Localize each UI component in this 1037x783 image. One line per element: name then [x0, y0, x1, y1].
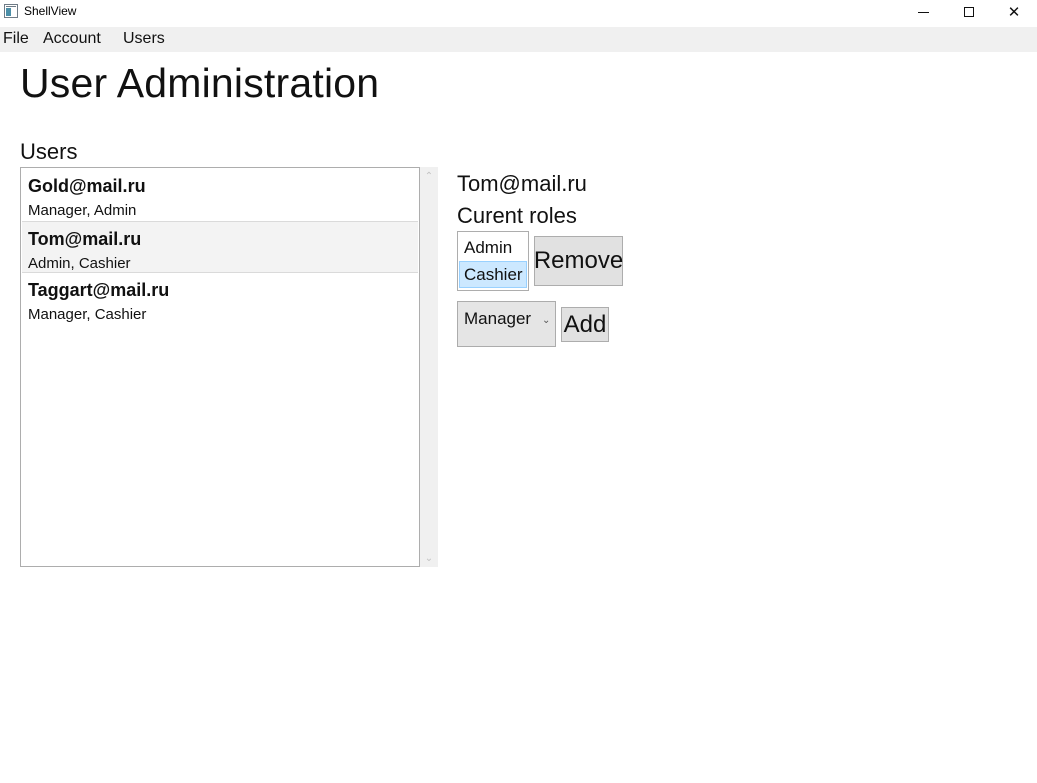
menu-file[interactable]: File	[3, 30, 29, 48]
user-row[interactable]: Taggart@mail.ru Manager, Cashier	[22, 273, 418, 325]
minimize-button[interactable]	[900, 0, 946, 24]
menu-account[interactable]: Account	[43, 30, 101, 48]
user-row-selected[interactable]: Tom@mail.ru Admin, Cashier	[22, 221, 418, 273]
user-email: Taggart@mail.ru	[28, 280, 170, 300]
scroll-up-icon[interactable]: ⌃	[420, 167, 438, 185]
current-roles-label: Curent roles	[457, 203, 577, 228]
scroll-down-icon[interactable]: ⌄	[420, 549, 438, 567]
role-item[interactable]: Admin	[459, 234, 527, 261]
maximize-button[interactable]	[946, 0, 992, 24]
close-icon: ✕	[1007, 2, 1021, 21]
remove-role-button[interactable]: Remove	[534, 236, 623, 286]
app-icon	[4, 4, 18, 18]
minimize-icon	[917, 11, 929, 13]
maximize-icon	[964, 7, 974, 17]
window-title: ShellView	[24, 4, 77, 18]
role-select-value: Manager	[464, 309, 532, 328]
selected-user-email: Tom@mail.ru	[457, 171, 587, 196]
close-button[interactable]: ✕	[991, 0, 1037, 24]
role-select[interactable]: Manager ⌄	[457, 301, 556, 347]
users-label: Users	[20, 139, 78, 164]
user-roles: Manager, Admin	[28, 202, 137, 219]
users-scrollbar[interactable]: ⌃ ⌄	[420, 167, 438, 567]
user-email: Gold@mail.ru	[28, 176, 146, 196]
user-row[interactable]: Gold@mail.ru Manager, Admin	[22, 169, 418, 221]
current-roles-list[interactable]: Admin Cashier	[457, 231, 529, 291]
role-item-selected[interactable]: Cashier	[459, 261, 527, 288]
page-title: User Administration	[20, 60, 380, 106]
users-list[interactable]: Gold@mail.ru Manager, Admin Tom@mail.ru …	[20, 167, 420, 567]
user-roles: Manager, Cashier	[28, 306, 147, 323]
add-role-button[interactable]: Add	[561, 307, 609, 342]
menu-users[interactable]: Users	[123, 30, 165, 48]
title-bar: ShellView ✕	[0, 0, 1037, 24]
menu-bar: File Account Users	[0, 27, 1037, 52]
user-email: Tom@mail.ru	[28, 229, 142, 249]
chevron-down-icon: ⌄	[542, 315, 551, 326]
user-roles: Admin, Cashier	[28, 255, 131, 272]
